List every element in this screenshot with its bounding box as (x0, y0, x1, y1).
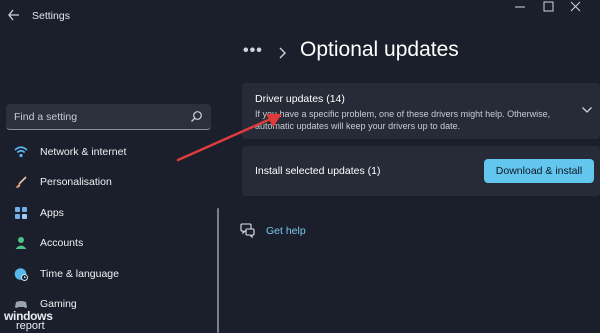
maximize-icon[interactable] (539, 0, 559, 14)
person-icon (15, 237, 27, 249)
minimize-icon[interactable] (510, 0, 530, 14)
download-install-button[interactable]: Download & install (484, 159, 594, 183)
driver-updates-card[interactable]: Driver updates (14) If you have a specif… (242, 83, 600, 139)
sidebar-scrollbar[interactable] (217, 208, 219, 333)
breadcrumb-more-button[interactable]: ••• (243, 42, 263, 60)
annotation-arrow (176, 114, 282, 162)
brush-icon (15, 176, 27, 188)
apps-icon (15, 207, 27, 219)
page-title: Optional updates (300, 38, 459, 61)
sidebar-item-label: Accounts (40, 237, 84, 249)
get-help-link[interactable]: Get help (240, 222, 360, 242)
sidebar-item-personalisation[interactable]: Personalisation (6, 169, 206, 195)
get-help-label[interactable]: Get help (266, 225, 306, 237)
install-updates-card: Install selected updates (1) Download & … (242, 146, 600, 196)
sidebar-item-label: Time & language (40, 268, 119, 280)
sidebar-item-label: Apps (40, 207, 64, 219)
driver-updates-description: If you have a specific problem, one of t… (255, 109, 551, 131)
watermark-line2: report (16, 320, 45, 332)
title-bar: Settings (0, 0, 600, 32)
sidebar-item-label: Personalisation (40, 176, 112, 188)
globe-clock-icon (14, 268, 28, 281)
sidebar-item-label: Network & internet (40, 146, 127, 158)
sidebar-item-apps[interactable]: Apps (6, 200, 206, 226)
sidebar-item-time-language[interactable]: Time & language (6, 261, 206, 287)
chevron-right-icon (279, 47, 286, 59)
search-input[interactable] (6, 104, 191, 130)
help-icon (240, 223, 255, 238)
watermark-logo: windows report (4, 309, 64, 333)
chevron-down-icon[interactable] (581, 105, 593, 115)
app-title: Settings (32, 10, 70, 22)
wifi-icon (14, 146, 28, 158)
back-arrow-icon[interactable] (6, 6, 22, 24)
sidebar-item-accounts[interactable]: Accounts (6, 230, 206, 256)
close-icon[interactable] (566, 0, 586, 14)
